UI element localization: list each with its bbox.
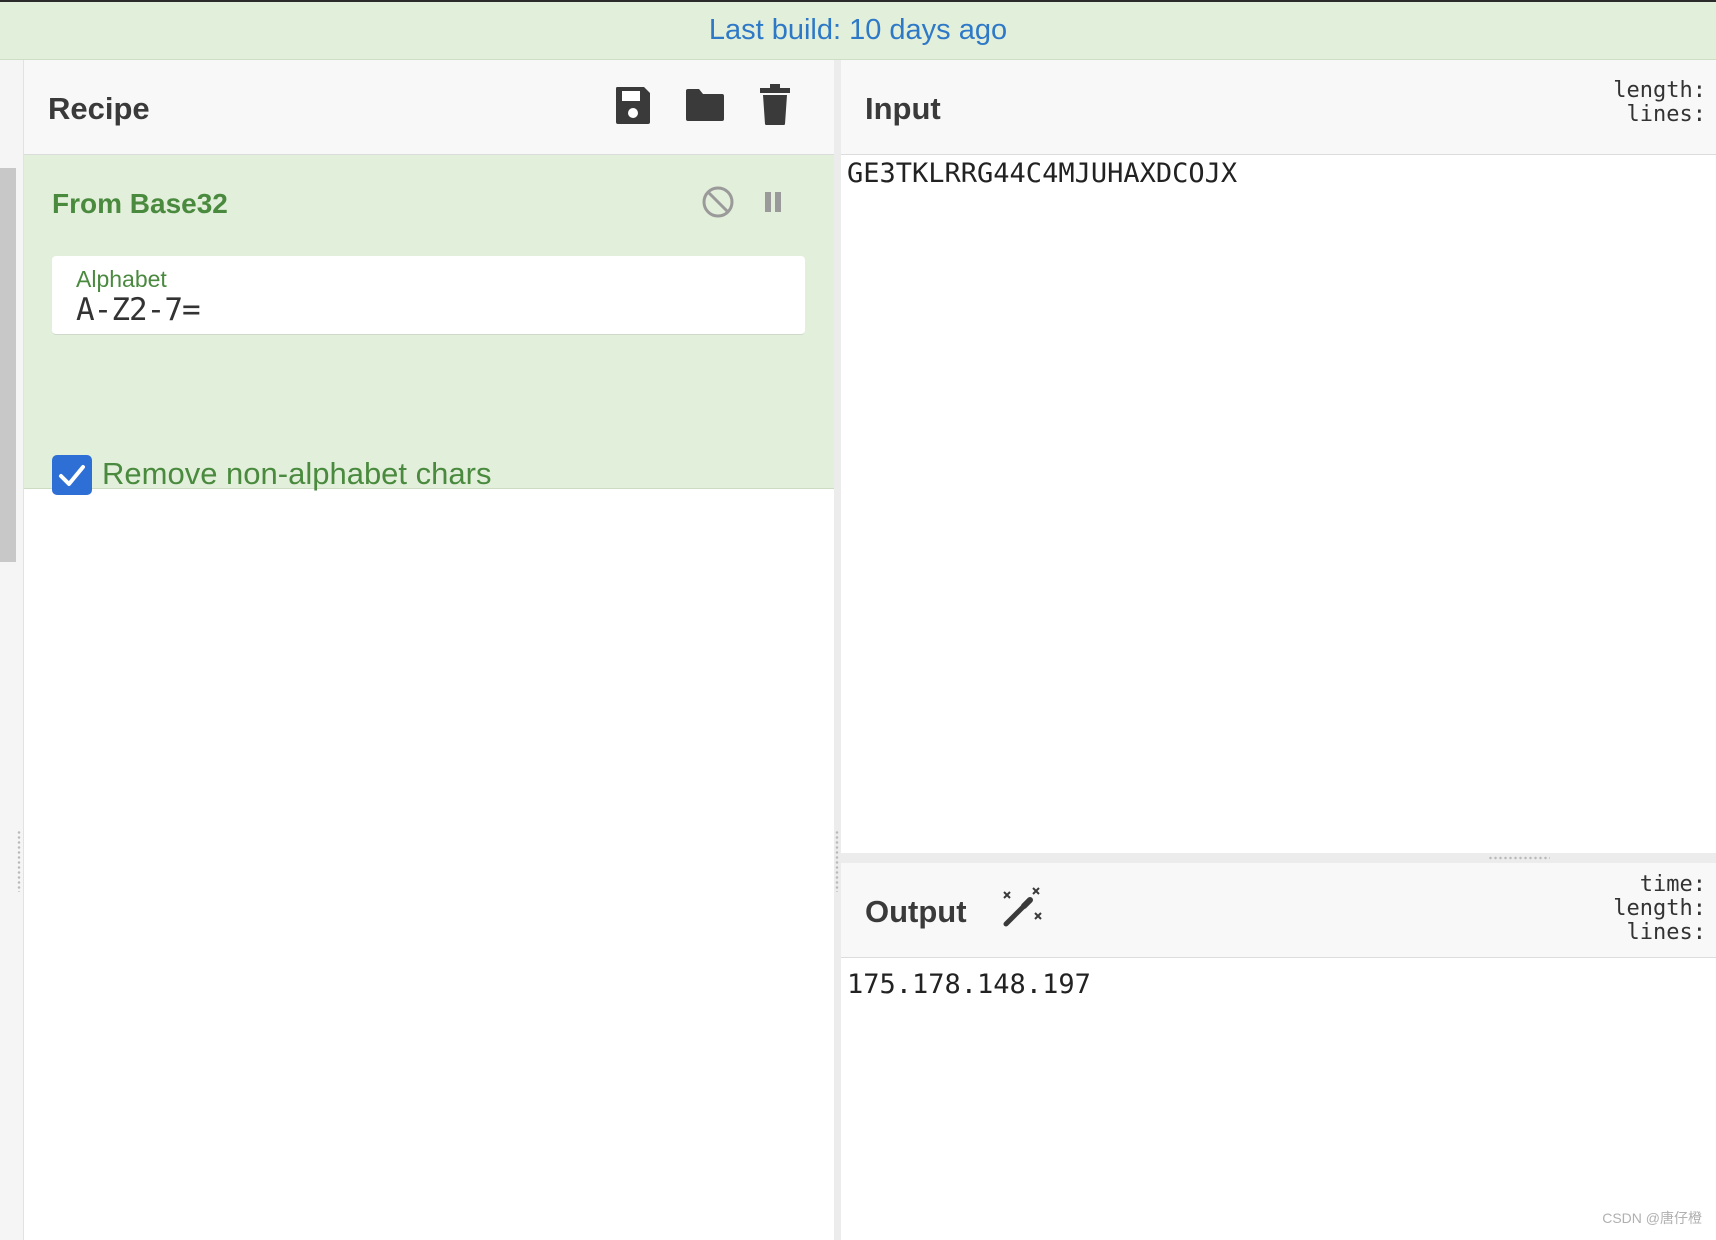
input-length-label: length: — [1613, 78, 1706, 103]
alphabet-value[interactable]: A-Z2-7= — [76, 292, 201, 328]
operation-title: From Base32 — [52, 188, 228, 219]
left-resize-handle[interactable] — [17, 830, 21, 892]
recipe-pane: Recipe From Base32 Alphabet A-Z2-7= Remo… — [24, 60, 834, 1240]
disable-icon[interactable] — [701, 185, 735, 219]
input-lines-label: lines: — [1626, 102, 1706, 127]
operations-scrollbar[interactable] — [0, 168, 16, 562]
operation-from-base32[interactable]: From Base32 Alphabet A-Z2-7= Remove non-… — [24, 155, 834, 495]
output-header: Output time: length: lines: — [841, 863, 1716, 958]
output-stats: time: length: lines: — [1613, 873, 1706, 945]
input-pane: Input length: lines: GE3TKLRRG44C4MJUHAX… — [841, 60, 1716, 853]
save-icon[interactable] — [614, 85, 652, 125]
recipe-title: Recipe — [48, 91, 150, 126]
remove-non-alphabet-checkbox[interactable] — [52, 455, 92, 495]
pause-icon[interactable] — [762, 188, 784, 216]
output-lines-label: lines: — [1626, 920, 1706, 945]
output-title: Output — [865, 894, 967, 929]
output-time-label: time: — [1639, 872, 1706, 897]
alphabet-label: Alphabet — [76, 266, 167, 292]
trash-icon[interactable] — [760, 84, 790, 126]
input-stats: length: lines: — [1613, 79, 1706, 127]
center-resize-handle[interactable] — [835, 830, 839, 892]
input-textarea[interactable]: GE3TKLRRG44C4MJUHAXDCOJX — [847, 158, 1237, 189]
vertical-divider[interactable] — [834, 60, 841, 1240]
output-text[interactable]: 175.178.148.197 — [847, 969, 1091, 1000]
input-header: Input length: lines: — [841, 60, 1716, 155]
folder-icon[interactable] — [684, 87, 726, 123]
build-banner: Last build: 10 days ago — [0, 0, 1716, 60]
last-build-text: Last build: 10 days ago — [708, 14, 1008, 46]
input-title: Input — [865, 91, 941, 126]
checkmark-icon — [59, 465, 85, 486]
output-pane: Output time: length: lines: 175.178.148.… — [841, 863, 1716, 1240]
recipe-header: Recipe — [24, 60, 834, 155]
alphabet-field[interactable]: Alphabet A-Z2-7= — [52, 256, 805, 335]
remove-non-alphabet-label[interactable]: Remove non-alphabet chars — [102, 456, 491, 492]
watermark: CSDN @唐仔橙 — [1602, 1210, 1702, 1226]
magic-wand-icon[interactable] — [1000, 886, 1044, 930]
splitter-grip[interactable] — [1488, 856, 1550, 860]
output-length-label: length: — [1613, 896, 1706, 921]
io-splitter[interactable] — [841, 853, 1716, 863]
